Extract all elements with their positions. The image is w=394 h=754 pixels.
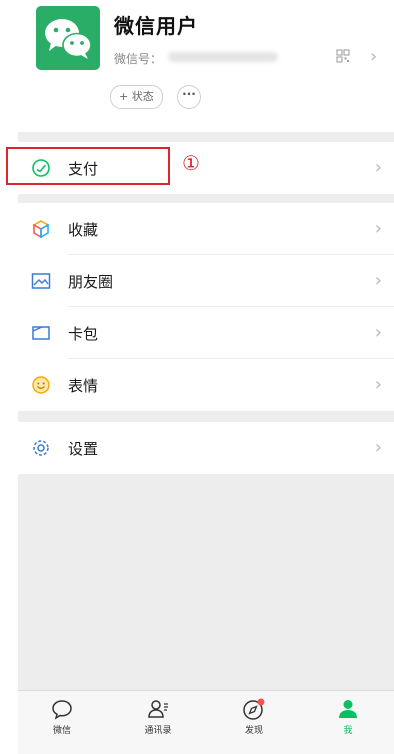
profile-header[interactable]: 微信用户 微信号： › + 状态 ··· (18, 0, 394, 132)
tab-label-contacts: 通讯录 (144, 726, 172, 736)
bottom-tab-bar: 微信 通讯录 发现 我 (18, 690, 394, 754)
menu-label-favorites: 收藏 (68, 221, 99, 239)
menu-item-moments[interactable]: 朋友圈 › (18, 255, 394, 307)
tab-label-chats: 微信 (52, 726, 71, 736)
chevron-right-icon: › (374, 322, 382, 343)
profile-chevron-icon: › (370, 46, 378, 67)
menu-item-favorites[interactable]: 收藏 › (18, 203, 394, 255)
menu-label-cards: 卡包 (68, 325, 99, 343)
smiley-face-icon (32, 376, 50, 394)
card-wallet-icon (32, 326, 50, 340)
contacts-person-icon (148, 700, 168, 718)
more-button[interactable]: ··· (177, 85, 201, 109)
nickname: 微信用户 (114, 14, 198, 38)
menu-item-cards[interactable]: 卡包 › (18, 307, 394, 359)
wechat-id-label: 微信号： (114, 52, 163, 66)
chevron-right-icon: › (374, 270, 382, 291)
menu-label-stickers: 表情 (68, 377, 99, 395)
moments-image-icon (31, 273, 51, 289)
me-person-icon (339, 700, 357, 718)
add-status-button[interactable]: + 状态 (110, 85, 163, 109)
tab-label-discover: 发现 (244, 726, 263, 736)
tab-label-me: 我 (343, 726, 353, 736)
avatar[interactable] (36, 6, 100, 70)
tab-chats[interactable]: 微信 (30, 697, 94, 749)
menu-item-stickers[interactable]: 表情 › (18, 359, 394, 411)
annotation-highlight-box (6, 147, 170, 185)
chevron-right-icon: › (374, 437, 382, 458)
wechat-id-redacted (168, 52, 278, 62)
chat-bubble-icon (52, 700, 72, 720)
qr-code-icon[interactable] (336, 49, 350, 63)
wechat-logo-icon (45, 19, 92, 59)
chevron-right-icon: › (374, 218, 382, 239)
menu-label-settings: 设置 (68, 440, 99, 458)
unread-badge-dot (257, 698, 265, 706)
tab-contacts[interactable]: 通讯录 (126, 697, 190, 749)
favorites-cube-icon (32, 220, 50, 239)
compass-icon (243, 698, 265, 720)
tab-discover[interactable]: 发现 (222, 697, 286, 749)
annotation-step-number: ① (182, 151, 200, 175)
menu-item-settings[interactable]: 设置 › (18, 422, 394, 474)
me-screen: 微信用户 微信号： › + 状态 ··· 支付 › 收藏 › 朋友圈 › 卡包 … (18, 0, 394, 754)
chevron-right-icon: › (374, 157, 382, 178)
tab-me[interactable]: 我 (316, 697, 380, 749)
menu-label-moments: 朋友圈 (68, 273, 114, 291)
chevron-right-icon: › (374, 374, 382, 395)
gear-icon (33, 440, 49, 456)
